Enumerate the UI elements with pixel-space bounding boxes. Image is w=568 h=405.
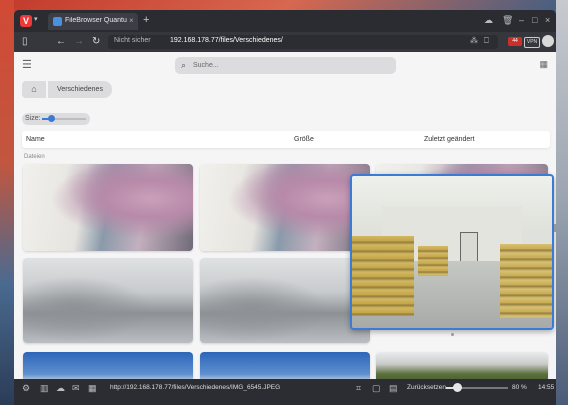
preview-rack-right [500, 244, 552, 318]
link-preview-url: http://192.168.178.77/files/Verschiedene… [110, 384, 281, 391]
bookmark-icon[interactable]: ⎕ [484, 36, 489, 46]
column-name[interactable]: Name [26, 136, 45, 143]
table-header: Name Größe Zuletzt geändert [22, 131, 550, 148]
section-label-files: Dateien [24, 154, 45, 160]
tab-title: FileBrowser Quantum - Dat [65, 17, 127, 24]
thumbnail-image [200, 258, 370, 343]
minimize-icon[interactable]: – [519, 15, 524, 25]
thumbnail-image [200, 352, 370, 379]
tiling-icon[interactable]: ▥ [40, 383, 49, 394]
mail-icon[interactable]: ✉ [72, 383, 80, 394]
desktop-background-right [556, 0, 568, 405]
tab-filebrowser[interactable]: FileBrowser Quantum - Dat × [48, 13, 138, 30]
status-bar: ⚙ ▥ ☁ ✉ ▦ http://192.168.178.77/files/Ve… [14, 379, 556, 397]
settings-icon[interactable]: ⚙ [22, 383, 30, 394]
tiling-toggle-icon[interactable]: ▢ [372, 383, 381, 394]
column-size[interactable]: Größe [294, 136, 314, 143]
thumbnail-image [200, 164, 370, 251]
profile-avatar[interactable] [542, 35, 554, 47]
preview-rack-left [352, 236, 414, 316]
search-placeholder: Suche... [193, 62, 219, 69]
view-grid-icon[interactable]: ▦ [539, 59, 548, 70]
close-window-icon[interactable]: × [545, 15, 550, 25]
breadcrumb-directory[interactable]: Verschiedenes [48, 81, 112, 98]
size-slider-handle[interactable] [48, 115, 55, 122]
thumbnail-image [23, 258, 193, 343]
zoom-slider-handle[interactable] [453, 383, 462, 392]
capture-icon[interactable]: ⌗ [356, 383, 361, 394]
menu-icon[interactable]: ☰ [22, 58, 32, 71]
file-card[interactable] [23, 164, 193, 251]
thumbnail-image [23, 164, 193, 251]
scrollbar-handle[interactable] [554, 224, 556, 232]
image-hover-preview[interactable] [350, 174, 554, 330]
search-input[interactable]: ⌕ Suche... [175, 57, 396, 74]
browser-window: V ▾ FileBrowser Quantum - Dat × + ☁ 🗑 – … [14, 10, 556, 405]
tab-close-icon[interactable]: × [129, 16, 134, 25]
search-icon: ⌕ [181, 60, 187, 70]
url-text[interactable]: 192.168.178.77/files/Verschiedenes/ [170, 37, 283, 44]
panel-toggle-icon[interactable]: ▯ [22, 36, 28, 47]
sync-cloud-icon[interactable]: ☁ [56, 383, 65, 394]
desktop-background-left [0, 0, 14, 405]
column-modified[interactable]: Zuletzt geändert [424, 136, 475, 143]
clock: 14:55 [538, 384, 555, 391]
chevron-down-icon[interactable]: ▾ [34, 15, 38, 23]
vpn-badge[interactable]: VPN [524, 37, 540, 48]
breadcrumb-home-icon[interactable]: ⌂ [22, 81, 46, 98]
file-card[interactable] [200, 258, 370, 343]
vivaldi-logo-icon[interactable]: V [20, 15, 32, 27]
zoom-level: 80 % [512, 384, 527, 391]
maximize-icon[interactable]: □ [532, 15, 537, 25]
file-card[interactable] [376, 352, 548, 379]
favicon-icon [53, 17, 62, 26]
size-slider[interactable]: Size: [22, 113, 90, 125]
calendar-icon[interactable]: ▦ [88, 383, 97, 394]
url-field[interactable]: Nicht sicher 192.168.178.77/files/Versch… [108, 35, 498, 49]
cloud-sync-icon[interactable]: ☁ [484, 15, 493, 26]
new-tab-button[interactable]: + [143, 14, 149, 26]
file-card[interactable] [23, 258, 193, 343]
file-card[interactable] [200, 352, 370, 379]
zoom-reset-button[interactable]: Zurücksetzen [407, 384, 446, 391]
reload-icon[interactable]: ↻ [92, 36, 100, 47]
filebrowser-page: ☰ ⌕ Suche... ▦ ⌂ Verschiedenes Size: Nam… [14, 52, 556, 379]
forward-icon[interactable]: → [74, 36, 84, 47]
file-card[interactable] [23, 352, 193, 379]
back-icon[interactable]: ← [56, 36, 66, 47]
thumbnail-image [23, 352, 193, 379]
security-label[interactable]: Nicht sicher [114, 37, 151, 44]
image-toggle-icon[interactable]: ▤ [389, 383, 398, 394]
address-bar: ▯ ← → ↻ Nicht sicher 192.168.178.77/file… [14, 32, 556, 52]
adblock-badge[interactable]: 44 [508, 37, 522, 46]
trash-icon[interactable]: 🗑 [502, 15, 513, 26]
preview-rack-center [418, 246, 448, 276]
thumbnail-image [376, 352, 548, 379]
title-bar: V ▾ FileBrowser Quantum - Dat × + ☁ 🗑 – … [14, 10, 556, 32]
size-label: Size: [25, 115, 41, 122]
file-card[interactable] [200, 164, 370, 251]
translate-icon[interactable]: ⁂ [470, 36, 478, 45]
preview-indicator [451, 333, 454, 336]
